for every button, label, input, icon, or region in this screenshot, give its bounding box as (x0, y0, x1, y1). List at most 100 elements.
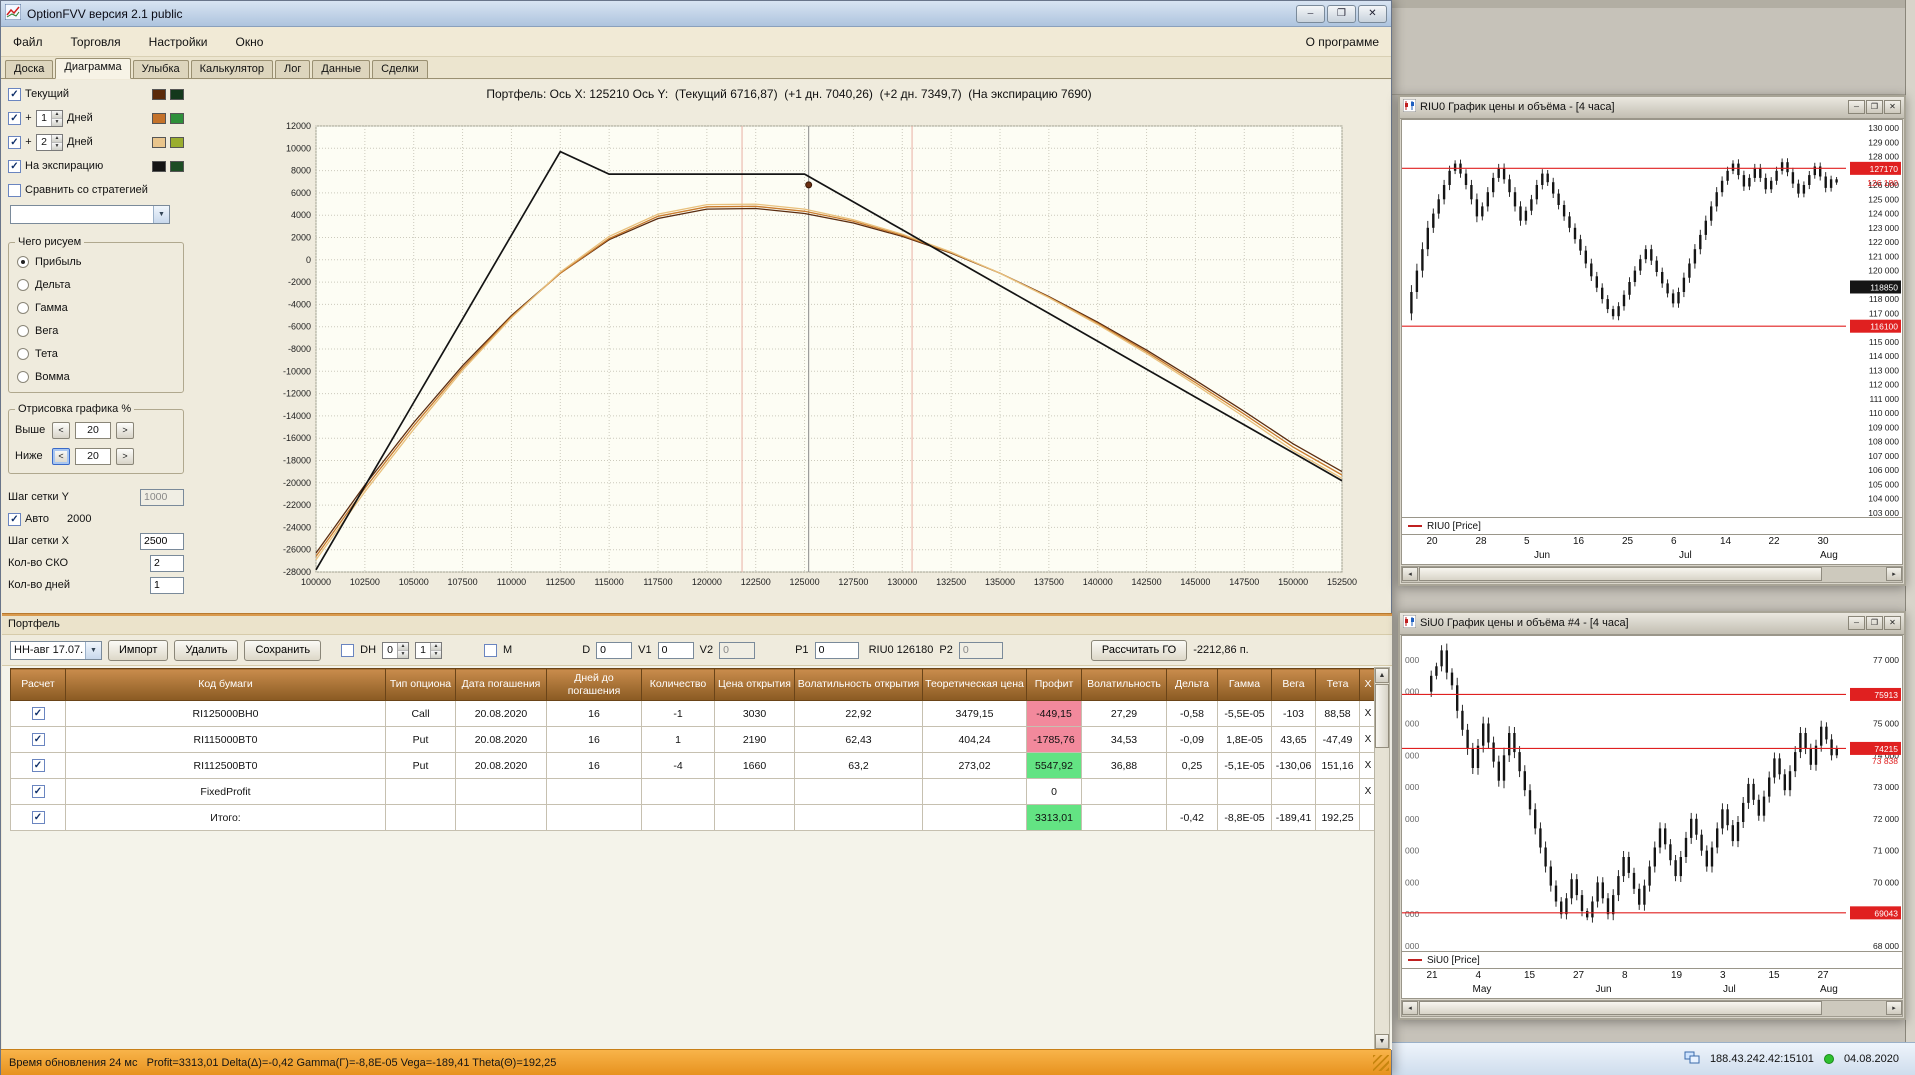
column-header-10[interactable]: Волатильность (1082, 669, 1167, 701)
draw-option-4[interactable]: Тета (15, 342, 177, 365)
row-checkbox[interactable] (32, 811, 45, 824)
scroll-right-icon[interactable] (1886, 1001, 1902, 1015)
row-checkbox[interactable] (32, 785, 45, 798)
portfolio-row-3[interactable]: FixedProfit0X (11, 779, 1377, 805)
column-header-2[interactable]: Тип опциона (386, 669, 456, 701)
increase-button[interactable] (116, 448, 134, 465)
tab-3[interactable]: Калькулятор (191, 60, 273, 78)
p1-field[interactable] (815, 642, 859, 659)
close-button[interactable] (1358, 5, 1387, 23)
series-checkbox-0[interactable] (8, 88, 21, 101)
grid-y-field[interactable] (140, 489, 184, 506)
save-button[interactable]: Сохранить (244, 640, 321, 661)
title-bar[interactable]: OptionFVV версия 2.1 public (1, 1, 1391, 27)
menu-item-3[interactable]: Окно (236, 35, 264, 49)
chevron-down-icon[interactable]: ▼ (85, 642, 101, 659)
portfolio-row-1[interactable]: RI115000BT0Put20.08.2020161219062,43404,… (11, 727, 1377, 753)
tab-4[interactable]: Лог (275, 60, 310, 78)
color-swatch[interactable] (152, 89, 166, 100)
row-checkbox[interactable] (32, 707, 45, 720)
column-header-9[interactable]: Профит (1027, 669, 1082, 701)
strategy-dropdown[interactable]: ▼ (10, 205, 170, 224)
menu-item-2[interactable]: Настройки (149, 35, 208, 49)
dh-checkbox[interactable] (341, 644, 354, 657)
sko-count-field[interactable] (150, 555, 184, 572)
tab-6[interactable]: Сделки (372, 60, 428, 78)
menu-item-about[interactable]: О программе (1306, 35, 1379, 49)
range-value-field[interactable]: 20 (75, 422, 111, 439)
riu0-candle-chart[interactable]: 130 000129 000128 000127 000126 000125 0… (1401, 119, 1903, 518)
row-checkbox[interactable] (32, 733, 45, 746)
riu0-scrollbar[interactable] (1401, 566, 1903, 583)
network-icon[interactable] (1684, 1051, 1700, 1067)
column-header-11[interactable]: Дельта (1167, 669, 1218, 701)
days-count-field[interactable] (150, 577, 184, 594)
tab-5[interactable]: Данные (312, 60, 370, 78)
resize-grip[interactable] (1373, 1055, 1389, 1071)
column-header-3[interactable]: Дата погашения (456, 669, 547, 701)
p2-field[interactable] (959, 642, 1003, 659)
days-spinner-2[interactable]: 2 (36, 134, 63, 151)
series-checkbox-2[interactable] (8, 136, 21, 149)
status-dot-icon[interactable] (1824, 1054, 1834, 1064)
color-swatch[interactable] (152, 161, 166, 172)
minimize-button[interactable] (1848, 100, 1865, 114)
dh-spinner-1[interactable]: 0 (382, 642, 409, 659)
scrollbar-thumb[interactable] (1419, 1001, 1822, 1015)
draw-option-0[interactable]: Прибыль (15, 250, 177, 273)
maximize-button[interactable] (1866, 616, 1883, 630)
column-header-14[interactable]: Тета (1316, 669, 1360, 701)
close-button[interactable] (1884, 616, 1901, 630)
column-header-13[interactable]: Вега (1272, 669, 1316, 701)
column-header-8[interactable]: Теоретическая цена (923, 669, 1027, 701)
siu0-scrollbar[interactable] (1401, 1000, 1903, 1017)
draw-option-2[interactable]: Гамма (15, 296, 177, 319)
scroll-left-icon[interactable] (1402, 567, 1418, 581)
decrease-button[interactable] (52, 422, 70, 439)
color-swatch[interactable] (152, 137, 166, 148)
draw-option-5[interactable]: Вомма (15, 365, 177, 388)
color-swatch[interactable] (170, 161, 184, 172)
series-checkbox-3[interactable] (8, 160, 21, 173)
portfolio-row-0[interactable]: RI125000BH0Call20.08.202016-1303022,9234… (11, 701, 1377, 727)
tab-0[interactable]: Доска (5, 60, 53, 78)
compare-checkbox[interactable] (8, 184, 21, 197)
payoff-chart-plot[interactable]: -28000-26000-24000-22000-20000-18000-160… (188, 98, 1388, 613)
column-header-4[interactable]: Дней до погашения (547, 669, 642, 701)
m-checkbox[interactable] (484, 644, 497, 657)
increase-button[interactable] (116, 422, 134, 439)
calc-go-button[interactable]: Рассчитать ГО (1091, 640, 1187, 661)
column-header-6[interactable]: Цена открытия (715, 669, 795, 701)
row-checkbox[interactable] (32, 759, 45, 772)
portfolio-row-4[interactable]: Итого:3313,01-0,42-8,8E-05-189,41192,25 (11, 805, 1377, 831)
column-header-5[interactable]: Количество (642, 669, 715, 701)
tab-1[interactable]: Диаграмма (55, 58, 130, 79)
column-header-12[interactable]: Гамма (1218, 669, 1272, 701)
menu-item-1[interactable]: Торговля (71, 35, 121, 49)
auto-checkbox[interactable] (8, 513, 21, 526)
scrollbar-thumb[interactable] (1375, 684, 1389, 748)
color-swatch[interactable] (152, 113, 166, 124)
menu-item-0[interactable]: Файл (13, 35, 43, 49)
scroll-down-icon[interactable] (1375, 1034, 1389, 1049)
color-swatch[interactable] (170, 113, 184, 124)
column-header-0[interactable]: Расчет (11, 669, 66, 701)
scroll-left-icon[interactable] (1402, 1001, 1418, 1015)
table-scrollbar[interactable] (1374, 667, 1390, 1050)
draw-option-3[interactable]: Вега (15, 319, 177, 342)
column-header-7[interactable]: Волатильность открытия (795, 669, 923, 701)
maximize-button[interactable] (1866, 100, 1883, 114)
color-swatch[interactable] (170, 89, 184, 100)
siu0-candle-chart[interactable]: 77 00000076 00000075 00000074 00000073 0… (1401, 635, 1903, 952)
v2-field[interactable] (719, 642, 755, 659)
grid-x-field[interactable] (140, 533, 184, 550)
maximize-button[interactable] (1327, 5, 1356, 23)
decrease-button[interactable] (52, 448, 70, 465)
range-value-field[interactable]: 20 (75, 448, 111, 465)
siu0-title-bar[interactable]: SiU0 График цены и объёма #4 - [4 часа] (1400, 613, 1904, 635)
d-field[interactable] (596, 642, 632, 659)
column-header-1[interactable]: Код бумаги (66, 669, 386, 701)
minimize-button[interactable] (1296, 5, 1325, 23)
color-swatch[interactable] (170, 137, 184, 148)
days-spinner-1[interactable]: 1 (36, 110, 63, 127)
